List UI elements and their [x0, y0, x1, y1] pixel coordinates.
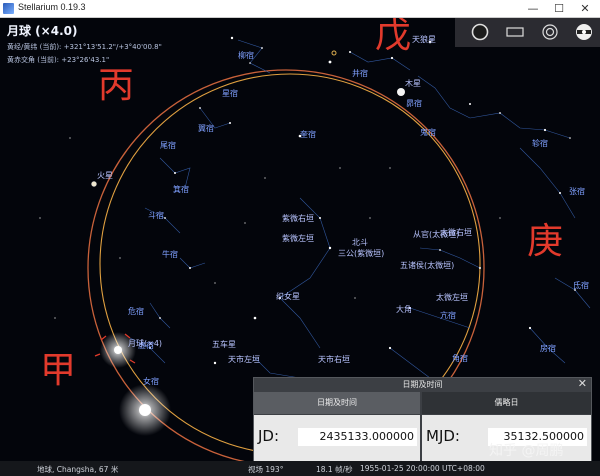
label-tianlang: 天狼星 [412, 34, 436, 44]
view-compass-icon[interactable] [574, 23, 594, 41]
label-dou: 斗宿 [148, 210, 164, 220]
label-ji: 箕宿 [173, 184, 189, 194]
bright-star-marker[interactable] [139, 404, 151, 416]
tab-julian-day[interactable]: 儒略日 [422, 392, 591, 414]
label-taiwei-left: 太微左垣 [436, 292, 468, 302]
status-location: 地球, Changsha, 67 米 [37, 465, 119, 474]
status-datetime: 1955-01-25 20:00:00 UTC+08:00 [360, 464, 485, 473]
maximize-button[interactable]: ☐ [546, 0, 572, 17]
moon-marker[interactable] [114, 346, 122, 354]
jupiter-marker[interactable] [397, 88, 405, 96]
overlay-char-bing: 丙 [98, 65, 135, 106]
label-xing: 星宿 [222, 88, 238, 98]
label-wudi: 五诸侯(太微垣) [400, 260, 454, 270]
label-moon: 月球(×4) [128, 338, 162, 348]
label-nu: 女宿 [143, 376, 159, 386]
label-jiao: 角宿 [452, 353, 468, 363]
object-ecliptic-coords: 黄经/黄纬 (当前): +321°13'51.2"/+3°40'00.8" [7, 43, 162, 51]
label-jing: 井宿 [352, 68, 368, 78]
view-rect-icon[interactable] [505, 23, 525, 41]
label-niu: 牛宿 [162, 249, 178, 259]
minimize-button[interactable]: — [520, 0, 546, 17]
jd-section: JD: 2435133.000000 [254, 415, 420, 461]
label-fang: 房宿 [540, 343, 556, 353]
label-zhang: 张宿 [569, 186, 585, 196]
watermark-text: 知乎 @周鹏 [489, 443, 564, 459]
view-toolbar [455, 18, 600, 47]
label-dajiao2: 五车星 [212, 339, 236, 349]
jd-input[interactable]: 2435133.000000 [298, 428, 417, 446]
dialog-title: 日期及时间 [402, 380, 443, 389]
tab-date-time[interactable]: 日期及时间 [254, 392, 420, 414]
label-congguan: 从官(太微垣) [413, 229, 459, 239]
label-liu: 柳宿 [238, 50, 254, 60]
jd-label: JD: [258, 427, 280, 445]
overlay-char-geng: 庚 [527, 221, 564, 262]
stellarium-logo-icon [3, 3, 14, 14]
object-name: 月球 (×4.0) [7, 24, 78, 38]
label-jupiter: 木星 [405, 78, 421, 88]
stellarium-window: Stellarium 0.19.3 — ☐ ✕ 柳宿 井宿 星宿 鬼宿 轸宿 翼… [0, 0, 600, 476]
label-zhinu: 织女星 [276, 291, 300, 301]
label-ziwei-right: 紫微右垣 [282, 213, 314, 223]
status-fps: 18.1 帧/秒 [316, 465, 353, 474]
label-ziwei-left: 紫微左垣 [282, 233, 314, 243]
label-beidou: 北斗 [352, 238, 368, 247]
object-info-panel: 月球 (×4.0) 黄经/黄纬 (当前): +321°13'51.2"/+3°4… [7, 22, 162, 65]
overlay-char-jia: 甲 [40, 350, 77, 391]
label-mao: 昴宿 [406, 98, 422, 108]
object-obliquity: 黄赤交角 (当前): +23°26'43.1" [7, 56, 110, 64]
view-target-icon[interactable] [540, 23, 560, 41]
mars-marker[interactable] [91, 181, 97, 187]
dialog-close-button[interactable]: ✕ [578, 377, 587, 390]
label-tianshi-left: 天市左垣 [228, 354, 260, 364]
label-wei2: 危宿 [128, 306, 144, 316]
status-fov: 视场 193° [248, 465, 284, 474]
label-wei: 尾宿 [160, 140, 176, 150]
label-di: 氐宿 [573, 280, 589, 290]
label-gui: 鬼宿 [420, 127, 436, 137]
close-button[interactable]: ✕ [572, 0, 598, 17]
status-bar: 地球, Changsha, 67 米 视场 193° 18.1 帧/秒 1955… [0, 461, 600, 476]
window-title: Stellarium 0.19.3 [18, 2, 86, 12]
overlay-char-wu: 戊 [375, 15, 412, 56]
label-yi: 翼宿 [198, 123, 214, 133]
title-bar: Stellarium 0.19.3 — ☐ ✕ [0, 0, 600, 18]
mjd-label: MJD: [426, 427, 460, 445]
label-dajiao: 大角 [396, 304, 412, 314]
view-moon-icon[interactable] [470, 23, 490, 41]
label-kang: 亢宿 [440, 310, 456, 320]
label-kui: 奎宿 [300, 129, 316, 139]
label-zhen: 轸宿 [532, 138, 548, 148]
label-tianshi-right: 天市右垣 [318, 354, 350, 364]
label-mars: 火星 [97, 171, 113, 180]
label-sangong: 三公(紫微垣) [338, 248, 384, 258]
